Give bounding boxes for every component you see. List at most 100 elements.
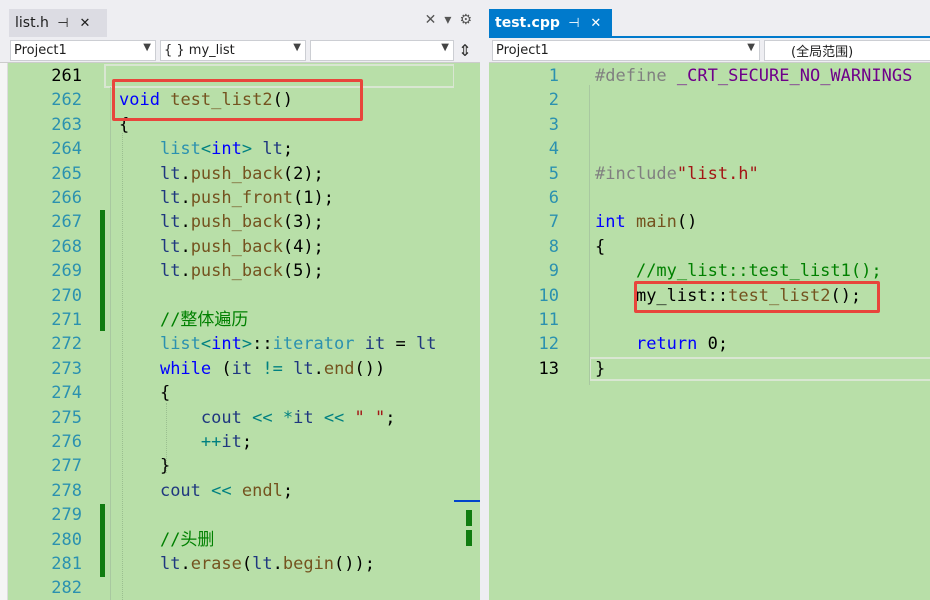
line-number[interactable]: 4 bbox=[509, 137, 559, 161]
line-number[interactable]: 272 bbox=[28, 332, 82, 356]
code-line[interactable]: lt.erase(lt.begin()); bbox=[119, 552, 375, 576]
close-icon[interactable]: ✕ bbox=[588, 16, 604, 31]
line-number[interactable]: 12 bbox=[509, 332, 559, 356]
line-number[interactable]: 273 bbox=[28, 357, 82, 381]
line-number[interactable]: 11 bbox=[509, 308, 559, 332]
line-number[interactable]: 262 bbox=[28, 88, 82, 112]
line-number[interactable]: 271 bbox=[28, 308, 82, 332]
line-number[interactable]: 7 bbox=[509, 210, 559, 234]
line-number[interactable]: 9 bbox=[509, 259, 559, 283]
code-line[interactable]: lt.push_back(2); bbox=[119, 162, 324, 186]
line-number[interactable]: 282 bbox=[28, 576, 82, 600]
code-line[interactable]: #define _CRT_SECURE_NO_WARNINGS bbox=[595, 64, 912, 88]
code-line[interactable]: cout << *it << " "; bbox=[119, 406, 396, 430]
code-token: . bbox=[180, 212, 191, 233]
scope-combo[interactable]: { } my_list ▼ bbox=[160, 40, 306, 61]
close-icon[interactable]: ✕ bbox=[77, 16, 93, 31]
code-line[interactable]: lt.push_back(3); bbox=[119, 210, 324, 234]
code-token: != bbox=[262, 358, 283, 379]
line-number[interactable]: 10 bbox=[509, 284, 559, 308]
code-editor-list-h[interactable]: 261 262 void test_list2() 263{264 list<int>… bbox=[8, 63, 480, 600]
code-token: ()); bbox=[334, 554, 375, 574]
code-line[interactable]: ++it; bbox=[119, 430, 252, 454]
code-token: . bbox=[180, 188, 191, 208]
line-number[interactable]: 8 bbox=[509, 235, 559, 259]
code-token: 5 bbox=[293, 261, 304, 282]
dropdown-icon[interactable]: ▾ bbox=[444, 12, 451, 28]
code-token: ; bbox=[282, 139, 294, 160]
tab-test-cpp[interactable]: test.cpp ⊣ ✕ bbox=[489, 9, 612, 37]
code-token: << bbox=[211, 480, 232, 501]
pin-icon[interactable]: ⊣ bbox=[566, 16, 582, 31]
code-token: #define bbox=[595, 66, 667, 86]
code-line[interactable]: lt.push_back(4); bbox=[119, 235, 324, 259]
tab-list-h[interactable]: list.h ⊣ ✕ bbox=[9, 9, 107, 37]
code-line[interactable]: } bbox=[119, 454, 170, 478]
project-combo[interactable]: Project1 ▼ bbox=[10, 40, 156, 61]
line-number[interactable]: 274 bbox=[28, 381, 82, 405]
line-number[interactable]: 280 bbox=[28, 528, 82, 552]
code-line[interactable]: return 0; bbox=[595, 332, 728, 356]
code-token: ; bbox=[717, 334, 729, 355]
code-line[interactable]: //整体遍历 bbox=[119, 308, 248, 332]
scope-combo[interactable]: (全局范围) bbox=[764, 40, 930, 61]
split-window-icon[interactable]: ⇕ bbox=[456, 41, 474, 60]
line-number[interactable]: 279 bbox=[28, 503, 82, 527]
line-number[interactable]: 1 bbox=[509, 64, 559, 88]
code-line[interactable]: while (it != lt.end()) bbox=[119, 357, 385, 381]
code-line[interactable]: int main() bbox=[595, 210, 697, 234]
code-line[interactable]: { bbox=[119, 381, 170, 405]
code-token: cout bbox=[200, 407, 242, 428]
line-number[interactable]: 278 bbox=[28, 479, 82, 503]
code-token: main bbox=[635, 212, 677, 233]
code-token: //my_list::test_list1(); bbox=[635, 261, 882, 282]
code-token: it bbox=[221, 432, 242, 452]
code-line[interactable]: //my_list::test_list1(); bbox=[595, 259, 882, 283]
code-token: ++ bbox=[200, 432, 222, 452]
code-line[interactable]: } bbox=[595, 357, 605, 381]
code-line[interactable]: list<int>::iterator it = lt bbox=[119, 332, 436, 356]
code-line[interactable]: #include"list.h" bbox=[595, 162, 759, 186]
line-number[interactable]: 6 bbox=[509, 186, 559, 210]
member-combo[interactable]: ▼ bbox=[310, 40, 454, 61]
close-all-icon[interactable]: ✕ bbox=[425, 12, 437, 28]
code-editor-test-cpp[interactable]: 1 #define _CRT_SECURE_NO_WARNINGS 2 3 4 5 #inc… bbox=[489, 63, 930, 600]
line-number[interactable]: 3 bbox=[509, 113, 559, 137]
line-number[interactable]: 13 bbox=[509, 357, 559, 381]
code-line[interactable]: cout << endl; bbox=[119, 479, 293, 503]
code-line[interactable]: { bbox=[595, 235, 605, 259]
line-number[interactable]: 267 bbox=[28, 210, 82, 234]
line-number[interactable]: 2 bbox=[509, 88, 559, 112]
code-line[interactable]: //头删 bbox=[119, 528, 214, 552]
code-token: } bbox=[119, 456, 171, 477]
code-line[interactable]: lt.push_front(1); bbox=[119, 186, 334, 210]
settings-icon[interactable]: ⚙ bbox=[459, 12, 472, 28]
code-token: erase bbox=[190, 554, 242, 574]
pin-icon[interactable]: ⊣ bbox=[55, 16, 71, 31]
line-number[interactable]: 263 bbox=[28, 113, 82, 137]
line-number[interactable]: 276 bbox=[28, 430, 82, 454]
code-line[interactable]: lt.push_back(5); bbox=[119, 259, 324, 283]
line-number[interactable]: 265 bbox=[28, 162, 82, 186]
code-line[interactable]: list<int> lt; bbox=[119, 137, 293, 161]
line-number[interactable]: 266 bbox=[28, 186, 82, 210]
line-number[interactable]: 268 bbox=[28, 235, 82, 259]
line-number[interactable]: 264 bbox=[28, 137, 82, 161]
line-number[interactable]: 277 bbox=[28, 454, 82, 478]
line-number[interactable]: 270 bbox=[28, 284, 82, 308]
line-number[interactable]: 281 bbox=[28, 552, 82, 576]
line-number[interactable]: 275 bbox=[28, 406, 82, 430]
code-token: } bbox=[595, 358, 606, 379]
line-number[interactable]: 5 bbox=[509, 162, 559, 186]
line-number[interactable]: 269 bbox=[28, 259, 82, 283]
code-token: lt bbox=[159, 163, 181, 184]
pane-splitter[interactable] bbox=[480, 0, 489, 600]
project-combo[interactable]: Project1 ▼ bbox=[492, 40, 760, 61]
vertical-scrollbar[interactable] bbox=[454, 63, 480, 600]
line-number[interactable]: 261 bbox=[28, 64, 82, 88]
